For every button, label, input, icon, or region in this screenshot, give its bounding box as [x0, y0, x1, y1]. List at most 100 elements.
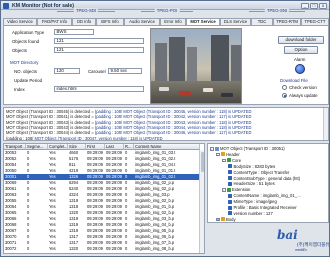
tab-error-info[interactable]: Error Info [160, 18, 186, 25]
tree-node-label: BodySize : 8283 bytes [233, 163, 276, 169]
collapse-icon[interactable]: - [222, 158, 226, 162]
tree-node[interactable]: MimeType : image/jpeg [228, 199, 277, 205]
tree-node-icon [228, 211, 232, 216]
table-cell: Yes [49, 246, 56, 251]
no-objects-label: NO. objects [14, 69, 37, 74]
always-update-label: Always update [289, 93, 318, 98]
tree-node-label: ContentType : Object Transfer [233, 169, 290, 175]
tab-od-info[interactable]: OD Info [72, 18, 96, 25]
log-detect-text: MOT Object (Transport ID : 30043) is det… [6, 124, 97, 130]
group-sdi: TPEG-SDI [57, 8, 115, 17]
minimize-button[interactable]: _ [301, 2, 309, 9]
tree-node-icon [228, 170, 232, 175]
tab-bifs-info[interactable]: BIFS Info [96, 18, 124, 25]
objects-label: Objects [12, 48, 27, 53]
tree-node[interactable]: HeaderSize : 51 bytes [228, 181, 275, 187]
log-padding-text: padding : 108/ [96, 114, 123, 120]
tree-node[interactable]: - Extension [222, 187, 250, 193]
tab-tdc[interactable]: TDC [251, 18, 273, 25]
tab-dls-service[interactable]: DLS Service [220, 18, 251, 25]
maximize-button[interactable]: □ [310, 2, 318, 9]
tree-node[interactable]: ContentType : Object Transfer [228, 170, 289, 176]
tree-node-label: Core [232, 157, 242, 163]
mot-directory-label: MOT Directory [10, 60, 39, 65]
tree-node-icon [214, 146, 219, 151]
alarm-label: Alarm [294, 57, 306, 62]
log-update-text: MOT Object (Transport ID : 30042, versio… [123, 114, 252, 120]
table-cell: 09:29:09 [106, 246, 122, 251]
table-scroll-thumb[interactable] [200, 152, 204, 172]
check-version-label: Check version [289, 85, 317, 90]
mot-object-tree[interactable]: - MOT Object (Transport ID : 30051) - Heade… [207, 143, 329, 223]
log-update-text: MOT Object (Transport ID : 30047, versio… [34, 135, 163, 141]
tree-node[interactable]: BodySize : 8283 bytes [228, 164, 275, 170]
event-log[interactable]: MOT Object (Transport ID : 30045) is det… [3, 107, 329, 141]
group-poi: TPEG-POI [141, 8, 193, 17]
table-scrollbar[interactable] [199, 150, 204, 253]
tree-node-icon [228, 176, 232, 180]
tree-node-label: Extension [232, 187, 251, 193]
collapse-icon[interactable]: - [222, 188, 226, 192]
tree-node[interactable]: version number : 127 [228, 211, 273, 217]
tree-node-label: MOT Object (Transport ID : 30051) [220, 146, 285, 151]
tab-mot-service[interactable]: MOT Service [186, 18, 220, 25]
table-row[interactable]: 30072 0 Yes 1320 09:29:09 09:29:09 0 imglamb_im… [4, 246, 200, 252]
tree-node-label: MimeType : image/jpeg [233, 199, 277, 205]
log-detect-text: MOT Object (Transport ID : 30041) is det… [6, 114, 97, 120]
no-objects-field[interactable]: 120 [54, 68, 80, 74]
expand-icon[interactable]: + [216, 217, 220, 221]
carousel-label: Carousel [88, 69, 106, 74]
logo-tagline: mediEx [295, 248, 307, 252]
tree-node-label: Header [226, 151, 240, 157]
tree-node[interactable]: ContentName : imglamb_img_01_… [228, 193, 301, 199]
tree-node[interactable]: - MOT Object (Transport ID : 30051) [210, 146, 285, 152]
window-title: KM Monitor (Not for sale) [12, 2, 74, 9]
group-sni: TPEG-SNI [249, 8, 305, 17]
log-padding-text: padding : 108/ [96, 124, 123, 130]
tree-node-icon [228, 199, 232, 204]
alarm-indicator-icon [295, 64, 305, 74]
check-version-radio[interactable] [282, 85, 287, 90]
collapse-icon[interactable]: - [216, 152, 220, 156]
app-type-field[interactable]: BWS [54, 29, 94, 35]
collapse-icon[interactable]: - [210, 147, 214, 151]
tree-node[interactable]: - Header [216, 152, 240, 158]
index-field[interactable]: index.html [54, 86, 144, 92]
tree-node-icon [228, 164, 232, 169]
tree-node[interactable]: ContentSubType : general data (htt) [228, 176, 300, 182]
tree-node[interactable]: - Core [222, 158, 241, 164]
tree-node-label: Profile : Basic Integrated Receiver [233, 205, 297, 210]
table-cell: 0 [27, 246, 30, 251]
log-padding-text: padding : 108/ [96, 119, 123, 125]
always-update-radio[interactable] [282, 93, 287, 98]
tab-tpeg-ctt[interactable]: TPEG-CTT [301, 18, 329, 25]
mot-preview-image [150, 28, 242, 104]
option-button[interactable]: Option [284, 46, 318, 54]
tree-node[interactable]: Profile : Basic Integrated Receiver [228, 205, 297, 211]
tab-tpeg-rtm[interactable]: TPEG-RTM [273, 18, 301, 25]
tab-audio-service[interactable]: Audio Service [124, 18, 160, 25]
objects-field[interactable]: 121 [54, 47, 144, 53]
log-line: MOT Object (Transport ID : 30043) is det… [6, 125, 251, 130]
tree-node-label: Body [226, 216, 236, 222]
download-folder-button[interactable]: download folder [278, 36, 324, 44]
carousel-field[interactable]: 9.50 sec [108, 68, 142, 74]
log-scrollbar[interactable] [323, 108, 328, 140]
tree-node-icon [220, 217, 225, 222]
log-detect-text: (padding : 108/ [6, 135, 34, 141]
tab-pad-pat-info[interactable]: PAD/PAT Info [37, 18, 72, 25]
update-period-label: Update Period [14, 78, 43, 83]
log-padding-text: padding : 108/ [96, 109, 123, 114]
log-update-text: MOT Object (Transport ID : 30046, versio… [123, 130, 252, 136]
app-icon [3, 2, 9, 9]
tab-video-service[interactable]: Video Service [3, 18, 37, 25]
objects-found-field[interactable]: 121 [54, 38, 144, 44]
close-button[interactable]: x [319, 2, 327, 9]
tree-node-icon [228, 181, 232, 186]
tree-node-icon [228, 193, 232, 198]
table-cell: 09:29:09 [87, 246, 103, 251]
log-update-text: MOT Object (Transport ID : 30044, versio… [123, 124, 252, 130]
logo-mark: bai [277, 228, 298, 242]
app-type-label: Application Type [12, 30, 45, 35]
tree-node[interactable]: + Body [216, 216, 236, 222]
